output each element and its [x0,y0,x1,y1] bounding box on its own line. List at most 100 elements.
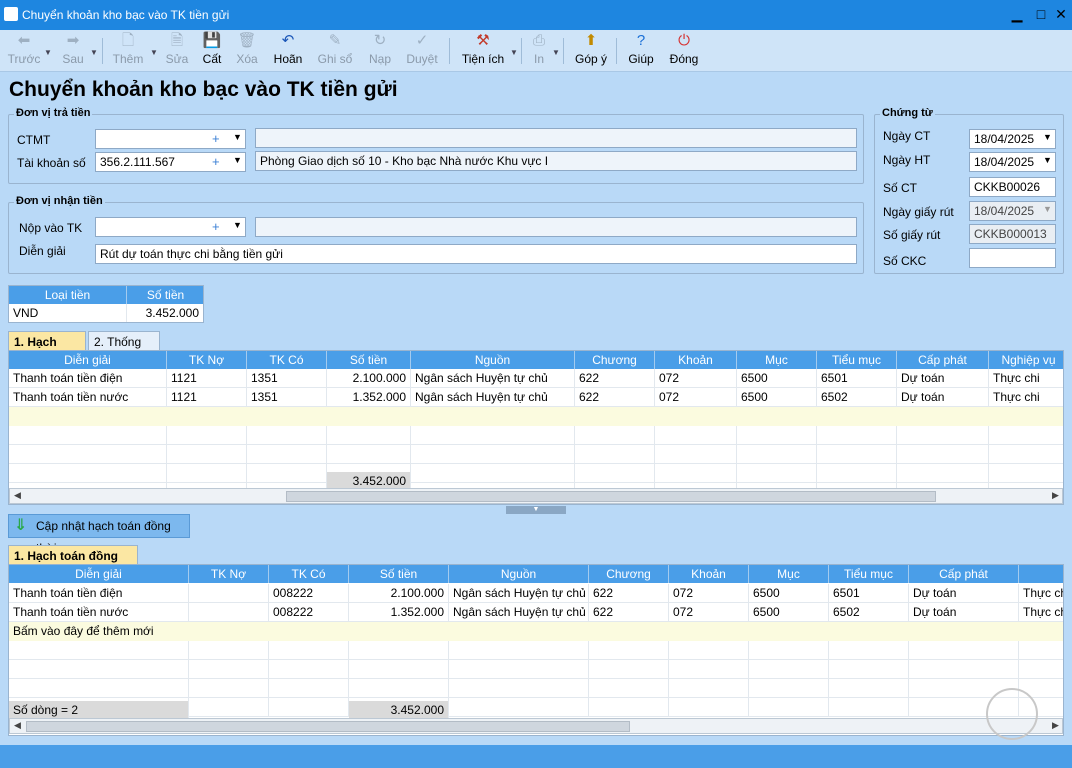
close-window-button[interactable]: ✕ [1048,4,1072,24]
grid-cell[interactable]: Thanh toán tiền điện [9,369,167,388]
grid-cell[interactable]: 622 [589,603,669,622]
chevron-down-icon[interactable]: ▼ [1043,155,1052,165]
column-header[interactable]: Số tiền [127,286,203,304]
empty-cell[interactable] [349,660,449,679]
empty-cell[interactable] [897,445,989,464]
empty-cell[interactable] [655,464,737,483]
column-header[interactable]: Loại tiền [9,286,127,304]
scroll-thumb[interactable] [26,721,630,732]
grid-cell[interactable]: Thực chi [989,369,1063,388]
empty-cell[interactable] [669,698,749,717]
empty-cell[interactable] [449,641,589,660]
empty-cell[interactable] [269,660,349,679]
date-ct-picker[interactable]: 18/04/2025 ▼ [969,129,1056,149]
empty-cell[interactable] [669,660,749,679]
empty-cell[interactable] [9,464,167,483]
grid-cell[interactable]: 6500 [737,388,817,407]
grid-cell[interactable] [189,603,269,622]
empty-cell[interactable] [189,641,269,660]
column-header[interactable]: Khoản [669,565,749,583]
column-header[interactable]: TK Có [269,565,349,583]
empty-cell[interactable] [167,464,247,483]
empty-cell[interactable] [349,679,449,698]
column-header[interactable]: TK Nợ [189,565,269,583]
grid-cell[interactable] [189,584,269,603]
post-button[interactable]: ✎ Ghi sổ [314,32,356,70]
grid-cell[interactable]: 072 [669,584,749,603]
empty-cell[interactable] [9,641,189,660]
close-button[interactable]: ⏻ Đóng [666,32,702,70]
column-header[interactable]: Mục [749,565,829,583]
empty-cell[interactable] [829,660,909,679]
column-header[interactable]: Số tiền [349,565,449,583]
empty-cell[interactable] [349,641,449,660]
column-header[interactable]: Chương [575,351,655,369]
grid-cell[interactable]: Ngân sách Huyện tự chủ [449,603,589,622]
empty-cell[interactable] [1019,660,1063,679]
grid-cell[interactable]: 6502 [829,603,909,622]
column-header[interactable] [1019,565,1063,583]
empty-cell[interactable] [737,426,817,445]
empty-cell[interactable] [9,445,167,464]
empty-cell[interactable] [989,464,1063,483]
empty-cell[interactable] [749,660,829,679]
chevron-down-icon[interactable]: ▼ [233,155,242,165]
account-combo[interactable]: 356.2.111.567 + ▼ [95,152,246,172]
empty-cell[interactable] [327,426,411,445]
column-header[interactable]: Nguồn [411,351,575,369]
grid-cell[interactable]: 622 [589,584,669,603]
empty-cell[interactable] [589,641,669,660]
grid-cell[interactable]: 2.100.000 [327,369,411,388]
grid-cell[interactable]: 008222 [269,603,349,622]
chevron-down-icon[interactable]: ▼ [90,48,98,57]
chevron-down-icon[interactable]: ▼ [1043,204,1052,214]
horizontal-scrollbar[interactable]: ◀ ▶ [9,488,1063,504]
grid-cell[interactable]: Thanh toán tiền điện [9,584,189,603]
empty-cell[interactable] [269,679,349,698]
feedback-button[interactable]: ⬆ Góp ý [572,32,610,70]
splitter-handle[interactable]: ▼ [506,506,566,514]
empty-cell[interactable] [989,426,1063,445]
grid-cell[interactable]: Ngân sách Huyện tự chủ [411,388,575,407]
empty-cell[interactable] [749,698,829,717]
grid-cell[interactable]: 072 [655,388,737,407]
tab-concurrent-accounting[interactable]: 1. Hạch toán đồng thời [8,545,138,577]
grid-cell[interactable]: 1.352.000 [327,388,411,407]
grid-cell[interactable]: 1121 [167,388,247,407]
add-new-hint[interactable]: Bấm vào đây để thêm mới [9,622,269,641]
empty-cell[interactable] [897,464,989,483]
empty-cell[interactable] [9,660,189,679]
grid-cell[interactable]: 622 [575,388,655,407]
tab-accounting[interactable]: 1. Hạch toán [8,331,86,363]
grid-cell[interactable]: 622 [575,369,655,388]
description-input[interactable]: Rút dự toán thực chi bằng tiền gửi [95,244,857,264]
help-button[interactable]: ? Giúp [624,32,658,70]
scroll-left-icon[interactable]: ◀ [14,490,21,501]
amount-cell[interactable]: 3.452.000 [127,304,203,322]
chevron-down-icon[interactable]: ▼ [233,220,242,230]
new-row[interactable] [9,407,1063,426]
chevron-down-icon[interactable]: ▼ [150,48,158,57]
grid-cell[interactable]: 1121 [167,369,247,388]
scroll-left-icon[interactable]: ◀ [14,720,21,731]
grid-cell[interactable]: Dự toán [909,584,1019,603]
grid-cell[interactable]: 6502 [817,388,897,407]
grid-cell[interactable]: 6500 [749,603,829,622]
empty-cell[interactable] [829,641,909,660]
scroll-right-icon[interactable]: ▶ [1052,490,1059,501]
grid-cell[interactable]: 1351 [247,369,327,388]
empty-cell[interactable] [9,679,189,698]
grid-cell[interactable]: 6500 [749,584,829,603]
empty-cell[interactable] [189,660,269,679]
update-concurrent-accounting-button[interactable]: ⇓ Cập nhật hạch toán đồng thời [8,514,190,555]
empty-cell[interactable] [449,698,589,717]
column-header[interactable]: Số tiền [327,351,411,369]
scroll-right-icon[interactable]: ▶ [1052,720,1059,731]
grid-cell[interactable]: 6501 [817,369,897,388]
empty-cell[interactable] [411,445,575,464]
date-ht-picker[interactable]: 18/04/2025 ▼ [969,152,1056,172]
add-button[interactable]: 🗋 Thêm [110,32,146,70]
empty-cell[interactable] [449,660,589,679]
empty-cell[interactable] [589,679,669,698]
empty-cell[interactable] [189,698,269,717]
